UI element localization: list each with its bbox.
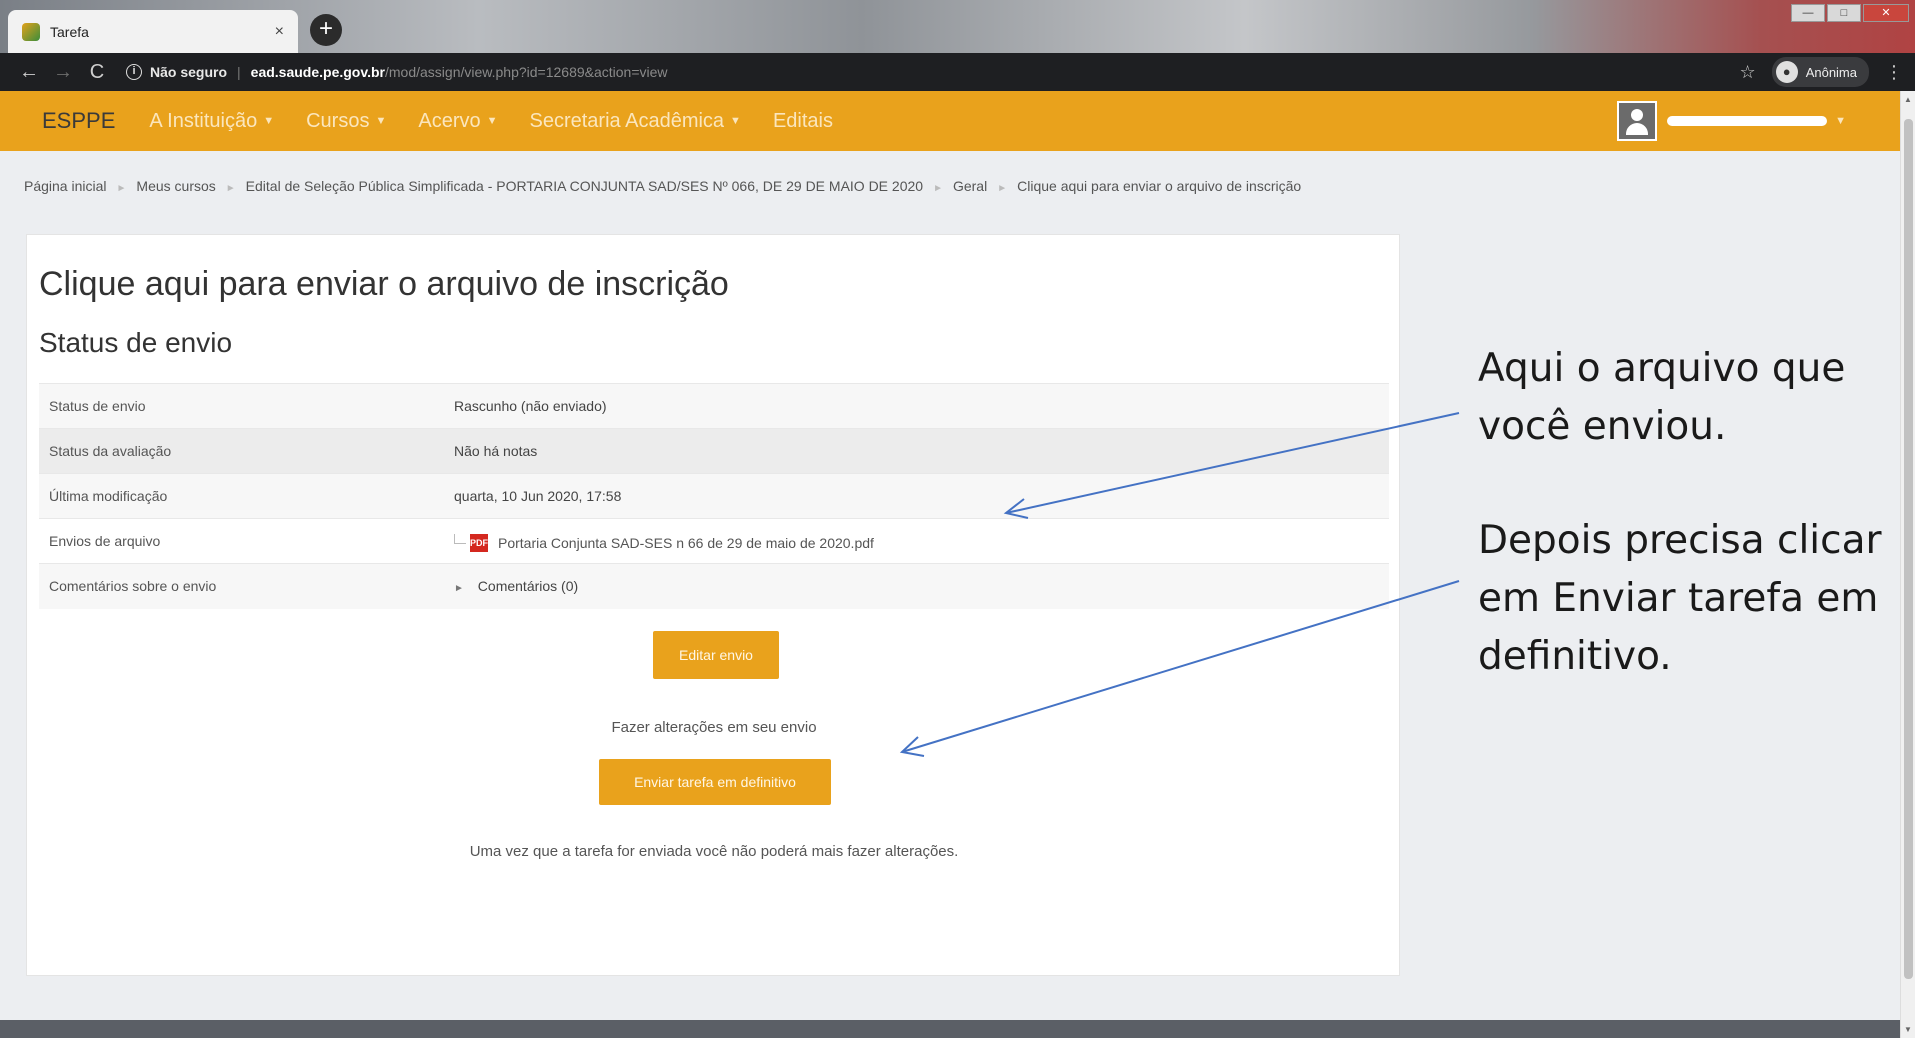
nav-item-label: Acervo (418, 109, 481, 132)
site-navbar: ESPPE A Instituição ▼ Cursos ▼ Acervo ▼ Sec… (0, 91, 1900, 151)
comments-toggle[interactable]: ► Comentários (0) (454, 578, 578, 594)
scroll-up-icon[interactable]: ▲ (1904, 95, 1912, 104)
section-title: Status de envio (39, 327, 233, 358)
nav-item-acervo[interactable]: Acervo ▼ (418, 110, 497, 133)
user-menu[interactable]: ▼ (1617, 101, 1846, 141)
forward-button[interactable]: → (46, 61, 80, 84)
breadcrumb: Página inicial ► Meus cursos ► Edital de Sel… (24, 178, 1301, 194)
submit-help-text: Uma vez que a tarefa for enviada você nã… (469, 843, 959, 860)
reload-button[interactable]: C (80, 61, 114, 84)
bookmark-star-icon[interactable]: ☆ (1740, 62, 1756, 83)
breadcrumb-item[interactable]: Meus cursos (136, 178, 215, 194)
caret-down-icon: ▼ (263, 115, 275, 128)
tree-connector (454, 533, 466, 544)
edit-submission-button[interactable]: Editar envio (653, 631, 779, 679)
tab-close-icon[interactable]: × (275, 23, 284, 41)
breadcrumb-item[interactable]: Edital de Seleção Pública Simplificada -… (246, 178, 923, 194)
table-row: Status de envio Rascunho (não enviado) (39, 383, 1389, 429)
nav-item-label: Cursos (306, 109, 370, 132)
row-label: Comentários sobre o envio (49, 578, 217, 595)
breadcrumb-separator-icon: ► (225, 183, 236, 194)
assignment-card: Clique aqui para enviar o arquivo de ins… (26, 234, 1400, 976)
row-value: Rascunho (não enviado) (454, 398, 607, 414)
tab-title: Tarefa (50, 23, 89, 40)
caret-down-icon: ▼ (730, 115, 741, 128)
browser-menu-icon[interactable]: ⋮ (1885, 62, 1903, 83)
page-title: Clique aqui para enviar o arquivo de ins… (39, 265, 729, 303)
maximize-button[interactable]: □ (1827, 4, 1861, 22)
breadcrumb-separator-icon: ► (116, 183, 127, 194)
page-footer-strip (0, 1020, 1900, 1038)
profile-label: Anônima (1805, 64, 1857, 80)
minimize-button[interactable]: — (1791, 4, 1825, 22)
nav-item-label: A Instituição (149, 109, 258, 132)
comments-label: Comentários (0) (477, 578, 579, 595)
row-value: PDF Portaria Conjunta SAD-SES n 66 de 29… (444, 519, 1389, 564)
address-bar: ← → C i Não seguro | ead.saude.pe.gov.br… (0, 53, 1915, 91)
profile-button[interactable]: ● Anônima (1771, 57, 1869, 87)
table-row: Envios de arquivo PDF Portaria Conjunta … (39, 518, 1389, 564)
submit-assignment-button[interactable]: Enviar tarefa em definitivo (599, 759, 831, 805)
info-icon[interactable]: i (126, 64, 142, 80)
pdf-file-icon: PDF (470, 533, 488, 552)
annotation-file-note: Aqui o arquivo que você enviou. (1478, 346, 1846, 449)
nav-item-label: Editais (772, 109, 833, 132)
nav-item-cursos[interactable]: Cursos ▼ (306, 110, 386, 133)
file-link[interactable]: PDF Portaria Conjunta SAD-SES n 66 de 29… (454, 533, 874, 552)
nav-item-instituicao[interactable]: A Instituição ▼ (149, 110, 274, 133)
breadcrumb-item[interactable]: Geral (953, 178, 987, 194)
edit-help-text: Fazer alterações em seu envio (611, 719, 817, 736)
back-button[interactable]: ← (12, 61, 46, 84)
breadcrumb-separator-icon: ► (933, 183, 943, 194)
nav-item-editais[interactable]: Editais (773, 110, 833, 133)
submission-status-table: Status de envio Rascunho (não enviado) S… (39, 383, 1389, 609)
row-value: ► Comentários (0) (444, 564, 1389, 609)
row-label: Última modificação (49, 488, 168, 504)
row-label: Envios de arquivo (49, 533, 161, 549)
nav-item-label: Secretaria Acadêmica (529, 109, 725, 132)
row-value: quarta, 10 Jun 2020, 17:58 (454, 488, 622, 504)
avatar (1617, 101, 1658, 141)
table-row: Status da avaliação Não há notas (39, 428, 1389, 474)
browser-tab[interactable]: Tarefa × (8, 10, 298, 53)
url-path[interactable]: /mod/assign/view.php?id=12689&action=vie… (385, 64, 668, 80)
close-window-button[interactable]: ✕ (1863, 4, 1909, 22)
site-brand[interactable]: ESPPE (42, 108, 115, 134)
breadcrumb-separator-icon: ► (997, 183, 1008, 194)
expand-caret-icon: ► (454, 583, 464, 595)
omnibox-divider: | (237, 64, 241, 80)
caret-down-icon: ▼ (1835, 115, 1846, 127)
scroll-down-icon[interactable]: ▼ (1904, 1025, 1912, 1034)
window-controls: — □ ✕ (1791, 4, 1909, 22)
caret-down-icon: ▼ (375, 115, 387, 128)
table-row: Última modificação quarta, 10 Jun 2020, … (39, 473, 1389, 519)
caret-down-icon: ▼ (486, 115, 498, 128)
security-label[interactable]: Não seguro (150, 64, 227, 80)
omnibox[interactable]: i Não seguro | ead.saude.pe.gov.br /mod/… (126, 64, 668, 80)
user-name-redacted (1667, 116, 1828, 126)
nav-item-secretaria[interactable]: Secretaria Acadêmica ▼ (530, 110, 741, 133)
url-host[interactable]: ead.saude.pe.gov.br (251, 64, 385, 80)
table-row: Comentários sobre o envio ► Comentários … (39, 563, 1389, 609)
file-name: Portaria Conjunta SAD-SES n 66 de 29 de … (498, 534, 874, 551)
breadcrumb-item[interactable]: Página inicial (24, 178, 107, 194)
row-label: Status da avaliação (49, 443, 172, 459)
site-favicon-icon (22, 22, 40, 41)
row-label: Status de envio (49, 398, 146, 414)
row-value: Não há notas (454, 443, 538, 459)
incognito-icon: ● (1775, 61, 1798, 83)
toolbar-right: ☆ ● Anônima ⋮ (1740, 57, 1903, 87)
new-tab-button[interactable]: + (310, 14, 342, 46)
annotation-submit-note: Depois precisa clicar em Enviar tarefa e… (1478, 518, 1882, 679)
browser-tab-strip: Tarefa × + — □ ✕ (0, 0, 1915, 53)
breadcrumb-item-current[interactable]: Clique aqui para enviar o arquivo de ins… (1017, 178, 1301, 194)
